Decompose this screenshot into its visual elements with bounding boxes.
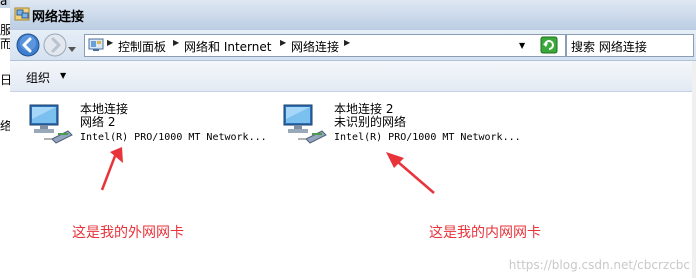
breadcrumb-network-internet[interactable]: 网络和 Internet: [184, 38, 271, 55]
organize-dropdown-icon[interactable]: ▼: [60, 71, 66, 80]
organize-menu-button[interactable]: 组织: [26, 69, 50, 86]
watermark: https://blog.csdn.net/cbcrzcbc: [508, 258, 690, 272]
background-char: 而: [0, 38, 10, 51]
scrollbar[interactable]: [692, 61, 696, 278]
control-panel-icon: [88, 37, 104, 56]
annotation-internal-nic: 这是我的内网网卡: [429, 225, 541, 241]
background-char: a: [0, 0, 8, 8]
title-bar[interactable]: 网络连接: [10, 0, 696, 31]
refresh-button[interactable]: [539, 35, 559, 56]
command-bar: 组织 ▼: [10, 61, 696, 92]
breadcrumb-network-connections[interactable]: 网络连接: [291, 38, 339, 55]
network-connections-window: 网络连接 ▶ 控制面板 ▶ 网络和 Internet ▶ 网络连接 ▶ ▼ 搜索…: [10, 0, 696, 278]
recent-pages-dropdown-icon[interactable]: [68, 42, 76, 56]
breadcrumb-control-panel[interactable]: 控制面板: [118, 38, 166, 55]
address-field[interactable]: ▶ 控制面板 ▶ 网络和 Internet ▶ 网络连接 ▶ ▼: [84, 34, 566, 57]
window-title: 网络连接: [32, 10, 85, 25]
search-input[interactable]: 搜索 网络连接: [566, 34, 694, 57]
background-char: 服: [0, 24, 10, 37]
breadcrumb-separator-icon[interactable]: ▶: [107, 38, 113, 47]
back-button[interactable]: [16, 33, 40, 60]
annotation-arrows: [100, 147, 435, 194]
background-char: 日: [0, 74, 10, 87]
background-char: 络: [0, 120, 10, 133]
forward-button[interactable]: [43, 33, 67, 60]
breadcrumb-separator-icon[interactable]: ▶: [344, 38, 350, 47]
network-folder-icon: [14, 6, 30, 25]
arrow-internal-icon: [386, 152, 435, 194]
breadcrumb-separator-icon[interactable]: ▶: [173, 38, 179, 47]
search-placeholder: 搜索 网络连接: [571, 40, 647, 54]
address-bar: ▶ 控制面板 ▶ 网络和 Internet ▶ 网络连接 ▶ ▼ 搜索 网络连接: [10, 30, 696, 61]
breadcrumb-separator-icon[interactable]: ▶: [280, 38, 286, 47]
arrow-external-icon: [100, 147, 123, 191]
address-history-dropdown-icon[interactable]: ▼: [519, 41, 525, 50]
annotation-external-nic: 这是我的外网网卡: [72, 225, 184, 241]
connections-list: 本地连接 网络 2 Intel(R) PRO/1000 MT Network..…: [10, 92, 696, 278]
